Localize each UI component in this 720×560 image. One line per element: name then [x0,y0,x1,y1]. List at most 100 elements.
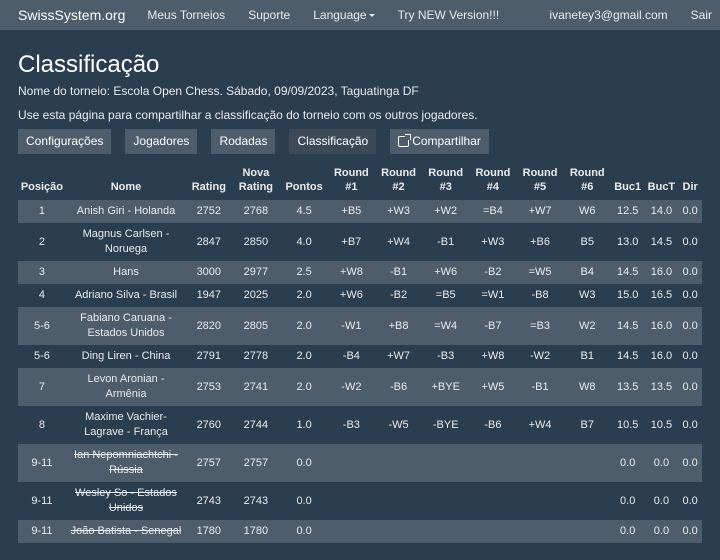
table-header-row: Posição Nome Rating Nova Rating Pontos Round … [18,164,702,200]
column-header: BucT [647,181,676,193]
rating-cell: 2752 [186,200,232,223]
column-header: Dir [682,181,698,193]
new-rating-cell: 2778 [231,345,281,368]
name-cell: Hans [65,261,187,284]
table-row: 8 Maxime Vachier-Lagrave - França 2760 2744… [18,406,702,444]
position-cell: 7 [18,368,66,406]
new-rating-cell: 2757 [231,444,281,482]
round6-cell: B5 [563,223,611,261]
round1-cell: +W8 [327,261,375,284]
name-cell: João Batista - Senegal [65,520,187,543]
round3-cell: +BYE [422,368,470,406]
round1-cell: -B3 [327,406,375,444]
buct-cell: 13.5 [644,368,679,406]
dir-cell: 0.0 [678,345,702,368]
round5-cell: +B6 [516,223,564,261]
round2-cell [374,444,423,482]
round5-cell: -B1 [516,368,564,406]
table-row: 9-11 João Batista - Senegal 1780 1780 0.0 0.0… [18,520,702,543]
position-cell: 5-6 [18,307,66,345]
dir-cell: 0.0 [678,261,702,284]
round4-cell: -B6 [469,406,517,444]
new-rating-cell: 2744 [231,406,281,444]
tournament-name: Nome do torneio: Escola Open Chess. Sába… [18,84,419,98]
round2-cell: +B8 [374,307,423,345]
buct-cell: 0.0 [644,482,679,520]
rounds-button[interactable]: Rodadas [211,129,276,154]
round4-cell [469,444,517,482]
round5-cell [516,444,564,482]
name-cell: Ian Nepomniachtchi - Rússia [65,444,187,482]
round1-cell: -B4 [327,345,375,368]
column-header: Nova Rating [238,167,274,193]
round6-cell: W8 [563,368,611,406]
standings-table: Posição Nome Rating Nova Rating Pontos Round … [18,164,702,543]
nav-my-tournaments[interactable]: Meus Torneios [147,8,225,22]
table-row: 5-6 Ding Liren - China 2791 2778 2.0 -B4 +W7 -B… [18,345,702,368]
rating-cell: 2820 [186,307,232,345]
user-email-link[interactable]: ivanetey3@gmail.com [549,8,667,22]
navbar: SwissSystem.org Meus Torneios Suporte La… [0,0,720,30]
position-cell: 2 [18,223,66,261]
round5-cell: +W4 [516,406,564,444]
config-button[interactable]: Configurações [18,129,112,154]
share-button[interactable]: Compartilhar [390,129,489,154]
dir-cell: 0.0 [678,520,702,543]
share-icon [398,134,412,147]
nav-language-dropdown[interactable]: Language [313,8,375,22]
column-header: Round #5 [522,167,558,193]
column-header: Round #4 [475,167,511,193]
round5-cell [516,520,564,543]
round3-cell [422,482,470,520]
table-row: 2 Magnus Carlsen - Noruega 2847 2850 4.0 +B7 +… [18,223,702,261]
rating-cell: 2753 [186,368,232,406]
position-cell: 1 [18,200,66,223]
buc1-cell: 0.0 [610,520,645,543]
nav-right: ivanetey3@gmail.com Sair [549,0,720,30]
round3-cell: +W6 [422,261,470,284]
rating-cell: 2757 [186,444,232,482]
buct-cell: 10.5 [644,406,679,444]
round2-cell [374,520,423,543]
share-button-label: Compartilhar [412,134,481,148]
position-cell: 9-11 [18,482,66,520]
dir-cell: 0.0 [678,284,702,307]
round4-cell: =W1 [469,284,517,307]
points-cell: 2.0 [280,284,328,307]
round6-cell: B7 [563,406,611,444]
round1-cell [327,482,375,520]
buc1-cell: 13.0 [610,223,645,261]
points-cell: 4.0 [280,223,328,261]
round4-cell: +W8 [469,345,517,368]
main-content: Classificação Nome do torneio: Escola Op… [0,51,720,543]
round2-cell [374,482,423,520]
round3-cell: +W2 [422,200,470,223]
round3-cell: -B1 [422,223,470,261]
points-cell: 0.0 [280,520,328,543]
buct-cell: 14.0 [644,200,679,223]
round5-cell: =B3 [516,307,564,345]
dir-cell: 0.0 [678,200,702,223]
rating-cell: 2791 [186,345,232,368]
logout-link[interactable]: Sair [691,8,712,22]
position-cell: 9-11 [18,444,66,482]
buc1-cell: 0.0 [610,444,645,482]
new-rating-cell: 2743 [231,482,281,520]
new-rating-cell: 2850 [231,223,281,261]
column-header: Round #6 [569,167,605,193]
brand-link[interactable]: SwissSystem.org [18,7,125,23]
dir-cell: 0.0 [678,406,702,444]
rating-cell: 1780 [186,520,232,543]
name-cell: Magnus Carlsen - Noruega [65,223,187,261]
round2-cell: -W5 [374,406,423,444]
nav-try-new-version[interactable]: Try NEW Version!!! [398,8,500,22]
standings-button[interactable]: Classificação [289,129,377,154]
rating-cell: 2847 [186,223,232,261]
buc1-cell: 14.5 [610,345,645,368]
players-button[interactable]: Jogadores [125,129,198,154]
nav-support[interactable]: Suporte [248,8,290,22]
column-header: Posição [20,181,63,193]
round4-cell: -B7 [469,307,517,345]
round4-cell: +W5 [469,368,517,406]
new-rating-cell: 2741 [231,368,281,406]
